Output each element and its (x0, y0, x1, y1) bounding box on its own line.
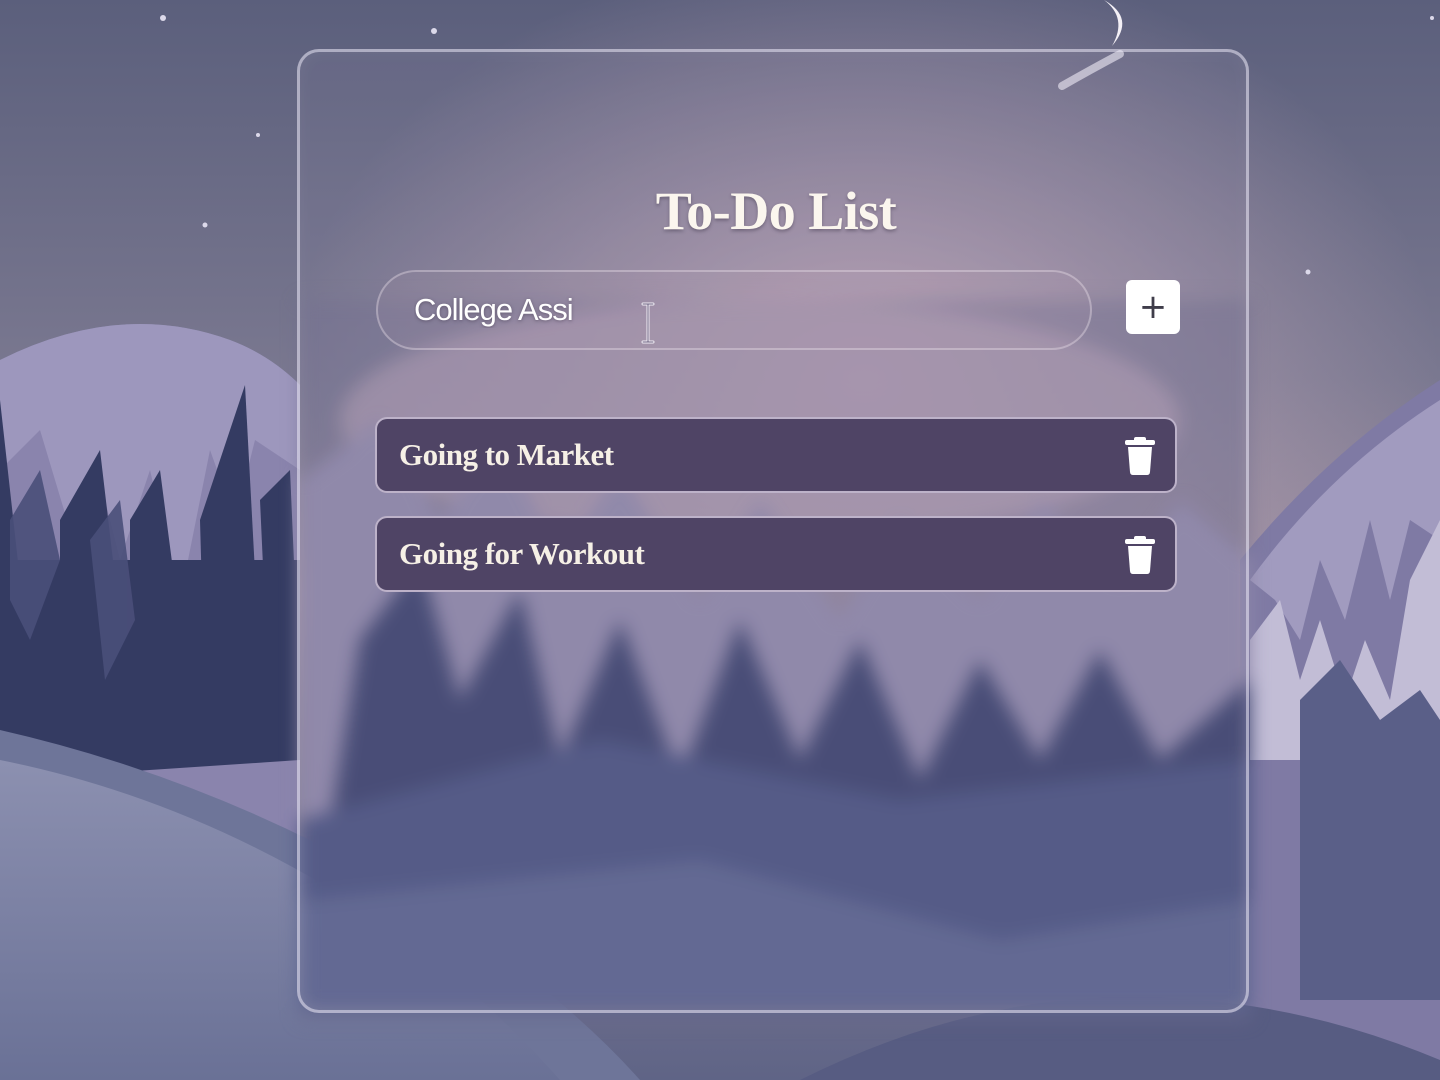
trash-icon (1125, 536, 1155, 574)
trash-icon (1125, 437, 1155, 475)
add-task-button[interactable]: + (1126, 280, 1180, 334)
delete-button[interactable] (1123, 536, 1157, 574)
list-item[interactable]: Going for Workout (375, 516, 1177, 592)
task-input[interactable] (414, 288, 1054, 332)
list-item[interactable]: Going to Market (375, 417, 1177, 493)
todo-text: Going for Workout (399, 536, 645, 571)
todo-list: Going to Market Going for Workout (375, 417, 1177, 615)
text-cursor-icon (641, 302, 655, 344)
task-input-wrapper[interactable] (376, 270, 1092, 350)
todo-text: Going to Market (399, 437, 614, 472)
page-title: To-Do List (655, 181, 897, 241)
delete-button[interactable] (1123, 437, 1157, 475)
todo-card: To-Do List + Going to Market Going for W… (297, 49, 1249, 1013)
plus-icon: + (1138, 287, 1168, 327)
